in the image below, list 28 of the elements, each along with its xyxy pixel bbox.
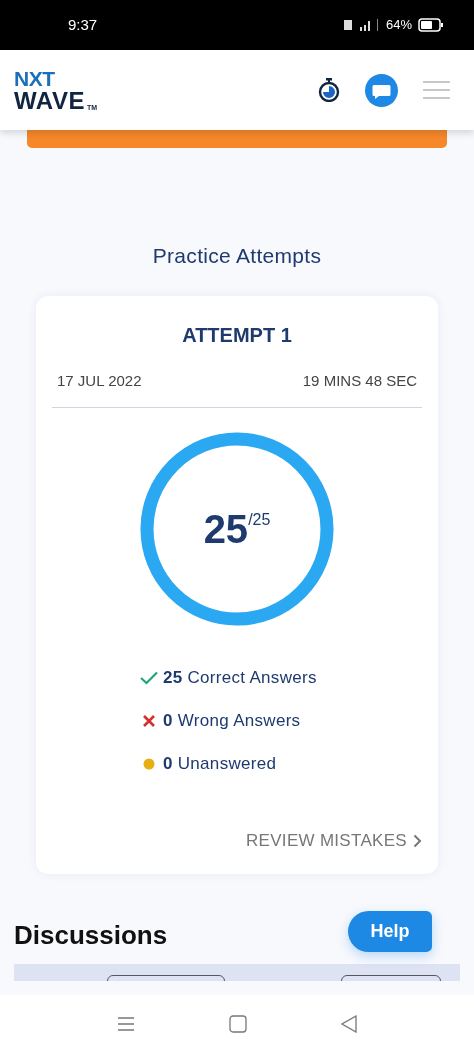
check-icon [139, 671, 158, 685]
stat-text: 25 Correct Answers [163, 667, 317, 690]
chat-icon[interactable] [365, 73, 398, 107]
section-title: Practice Attempts [152, 243, 322, 269]
help-button[interactable]: Help [348, 911, 432, 952]
cross-icon [141, 714, 156, 728]
menu-icon[interactable] [117, 1015, 135, 1032]
chevron-right-icon [413, 833, 422, 848]
score-text: 25 [203, 509, 249, 549]
battery-percent: 64% [385, 16, 412, 35]
review-mistakes-link[interactable]: REVIEW MISTAKES [246, 828, 422, 854]
home-icon[interactable] [229, 1014, 247, 1033]
status-time: 9:37 [68, 14, 98, 35]
attempt-duration: 19 MINS 48 SEC [302, 370, 417, 391]
section-title: Discussions [14, 919, 168, 952]
signal-icon [343, 18, 380, 32]
stopwatch-icon[interactable] [318, 78, 340, 102]
score-total: /25 [248, 510, 271, 528]
start-practice-button[interactable] [27, 130, 447, 148]
attempt-date: 17 JUL 2022 [57, 370, 142, 391]
back-icon[interactable] [341, 1014, 357, 1033]
logo-text: NXT [14, 67, 56, 89]
stat-text: 0 Wrong Answers [163, 710, 301, 733]
stat-text: 0 Unanswered [163, 753, 277, 776]
dot-icon [142, 758, 155, 770]
attempt-heading: ATTEMPT 1 [181, 322, 293, 348]
battery-icon [418, 18, 444, 32]
logo-text: WAVE [14, 88, 85, 113]
